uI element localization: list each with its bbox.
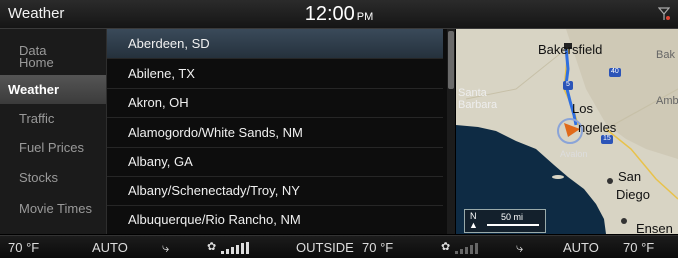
- driver-temp[interactable]: 70 °F: [8, 240, 39, 255]
- list-item[interactable]: Albany, GA: [107, 147, 443, 177]
- airflow-mode-icon[interactable]: ⤷: [516, 240, 523, 256]
- sidebar-item-stocks[interactable]: Stocks: [0, 162, 106, 191]
- city-name: Akron, OH: [128, 95, 189, 110]
- sidebar-item-data-home[interactable]: Data Home: [0, 41, 106, 75]
- sidebar: Data Home Weather Traffic Fuel Prices St…: [0, 29, 107, 234]
- list-item[interactable]: Alamogordo/White Sands, NM: [107, 118, 443, 148]
- outside-temp-label: OUTSIDE: [296, 240, 354, 255]
- outside-temp: 70 °F: [362, 240, 394, 255]
- map-label: Bakersfield: [538, 42, 603, 57]
- city-name: Abilene, TX: [128, 66, 195, 81]
- fan-speed-indicator[interactable]: [455, 242, 487, 254]
- signal-icon: [658, 7, 670, 20]
- sidebar-item-label: Traffic: [19, 111, 55, 126]
- sidebar-item-label: Fuel Prices: [19, 140, 85, 155]
- sidebar-item-movie-times[interactable]: Movie Times: [0, 192, 106, 221]
- highway-shield-label: 40: [611, 68, 619, 75]
- sidebar-item-label: Stocks: [19, 170, 59, 185]
- map-label: Amb: [656, 95, 678, 107]
- fan-icon[interactable]: ✿: [207, 240, 216, 253]
- map-label: Bak: [656, 49, 675, 61]
- list-item[interactable]: Aberdeen, SD: [107, 29, 443, 59]
- sidebar-item-weather[interactable]: Weather: [0, 75, 106, 104]
- map-label: San: [618, 169, 642, 184]
- passenger-temp[interactable]: 70 °F: [623, 240, 654, 255]
- airflow-mode-icon[interactable]: ⤷: [162, 240, 169, 256]
- sidebar-item-traffic[interactable]: Traffic: [0, 104, 106, 133]
- map-label: Los: [572, 101, 593, 116]
- status-bar: Weather 12:00 PM: [0, 0, 678, 29]
- map-label: Avalon: [560, 149, 588, 159]
- list-item[interactable]: Akron, OH: [107, 88, 443, 118]
- city-name: Albuquerque/Rio Rancho, NM: [128, 212, 301, 227]
- map-label: Santa: [458, 87, 487, 99]
- climate-bar: 70 °F AUTO ⤷ ✿ OUTSIDE 70 °F ✿ ⤷ AUTO 70…: [0, 235, 678, 258]
- scrollbar[interactable]: [447, 29, 455, 234]
- highway-shield-label: 5: [566, 81, 570, 88]
- city-name: Alamogordo/White Sands, NM: [128, 125, 303, 140]
- scrollbar-thumb[interactable]: [448, 31, 454, 89]
- list-item[interactable]: Albany/Schenectady/Troy, NY: [107, 176, 443, 206]
- map-canvas: [456, 29, 678, 234]
- fan-speed-indicator[interactable]: [221, 242, 253, 254]
- scale-distance: 50 mi: [501, 212, 524, 222]
- city-name: Aberdeen, SD: [128, 36, 210, 51]
- compass-arrow-icon: ▲: [469, 220, 478, 230]
- city-name: Albany/Schenectady/Troy, NY: [128, 183, 300, 198]
- city-name: Albany, GA: [128, 154, 193, 169]
- map-label: Barbara: [458, 99, 498, 111]
- driver-climate-mode[interactable]: AUTO: [92, 240, 128, 255]
- clock: 12:00 PM: [0, 3, 678, 26]
- scale-bar: [487, 224, 539, 226]
- sidebar-item-label: Data Home: [19, 43, 54, 70]
- sidebar-item-label: Weather: [8, 82, 60, 97]
- sidebar-item-fuel-prices[interactable]: Fuel Prices: [0, 133, 106, 162]
- clock-time: 12:00: [304, 3, 355, 25]
- map-label: Ensen: [636, 221, 673, 234]
- list-item[interactable]: Albuquerque/Rio Rancho, NM: [107, 205, 443, 234]
- map-view[interactable]: Bakersfield Bak Santa Barbara Los ngeles…: [456, 29, 678, 234]
- map-scale: N ▲ 50 mi: [464, 209, 546, 233]
- list-item[interactable]: Abilene, TX: [107, 59, 443, 89]
- highway-shield-label: 15: [603, 135, 611, 142]
- passenger-climate-mode[interactable]: AUTO: [563, 240, 599, 255]
- map-label: Diego: [616, 187, 650, 202]
- city-list: Aberdeen, SD Abilene, TX Akron, OH Alamo…: [107, 29, 455, 234]
- map-label: ngeles: [578, 120, 617, 135]
- clock-ampm: PM: [356, 11, 374, 23]
- fan-icon[interactable]: ✿: [441, 240, 450, 253]
- sidebar-item-label: Movie Times: [19, 201, 92, 216]
